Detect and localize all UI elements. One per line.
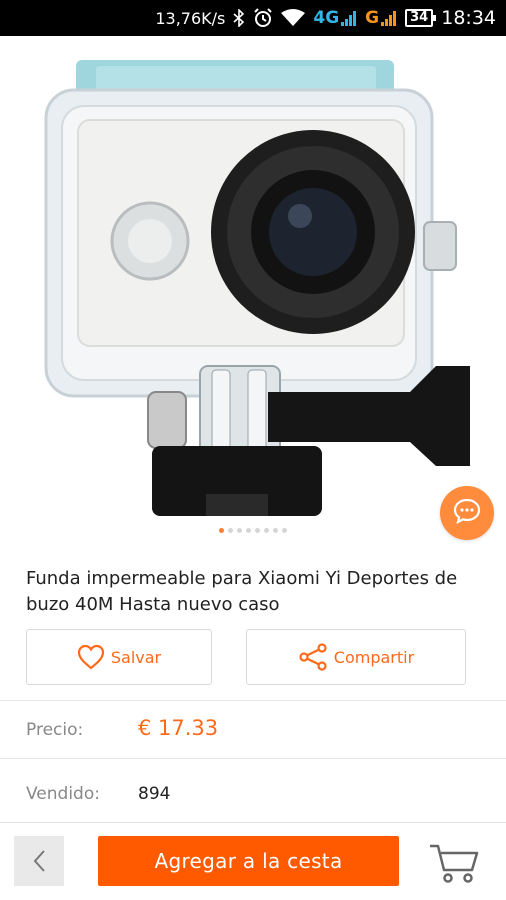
- cart-button[interactable]: [428, 840, 480, 884]
- signal-icon: [341, 10, 357, 26]
- carousel-dot[interactable]: [246, 528, 251, 533]
- carousel-dot[interactable]: [264, 528, 269, 533]
- cart-icon: [430, 844, 479, 883]
- carousel-dot[interactable]: [273, 528, 278, 533]
- save-label: Salvar: [110, 647, 162, 667]
- save-button[interactable]: Salvar: [26, 629, 212, 685]
- divider: [0, 700, 506, 701]
- add-to-cart-button[interactable]: Agregar a la cesta: [98, 836, 399, 886]
- network-g-label: G: [365, 8, 380, 28]
- network-4g-indicator: 4G: [313, 8, 357, 28]
- product-title: Funda impermeable para Xiaomi Yi Deporte…: [26, 568, 458, 615]
- add-to-cart-label: Agregar a la cesta: [154, 849, 343, 873]
- carousel-dot[interactable]: [237, 528, 242, 533]
- share-label: Compartir: [333, 647, 415, 667]
- chat-button[interactable]: [440, 486, 494, 540]
- battery-icon: 34: [405, 9, 437, 27]
- product-image[interactable]: [0, 36, 506, 550]
- alarm-icon: [253, 8, 273, 28]
- network-speed: 13,76K/s: [155, 8, 226, 28]
- share-icon: [299, 643, 327, 671]
- carousel-dot[interactable]: [219, 528, 224, 533]
- sold-label: Vendido:: [26, 784, 100, 804]
- heart-icon: [77, 644, 104, 670]
- bluetooth-icon: [233, 9, 245, 27]
- share-button[interactable]: Compartir: [246, 629, 466, 685]
- divider: [0, 758, 506, 759]
- wifi-icon: [281, 9, 306, 27]
- clock: 18:34: [441, 7, 496, 29]
- carousel-dot[interactable]: [228, 528, 233, 533]
- chevron-left-icon: [33, 850, 45, 872]
- carousel-dot[interactable]: [282, 528, 287, 533]
- carousel-indicator: [0, 528, 506, 536]
- status-bar: 13,76K/s 4G G 34 18:34: [0, 0, 506, 36]
- price-value: € 17.33: [138, 716, 219, 740]
- sold-count: 894: [138, 784, 171, 804]
- back-button[interactable]: [14, 836, 64, 886]
- price-label: Precio:: [26, 720, 84, 740]
- network-4g-label: 4G: [313, 8, 340, 28]
- network-g-indicator: G: [365, 8, 397, 28]
- signal-icon: [381, 10, 397, 26]
- carousel-dot[interactable]: [255, 528, 260, 533]
- chat-icon: [453, 498, 481, 528]
